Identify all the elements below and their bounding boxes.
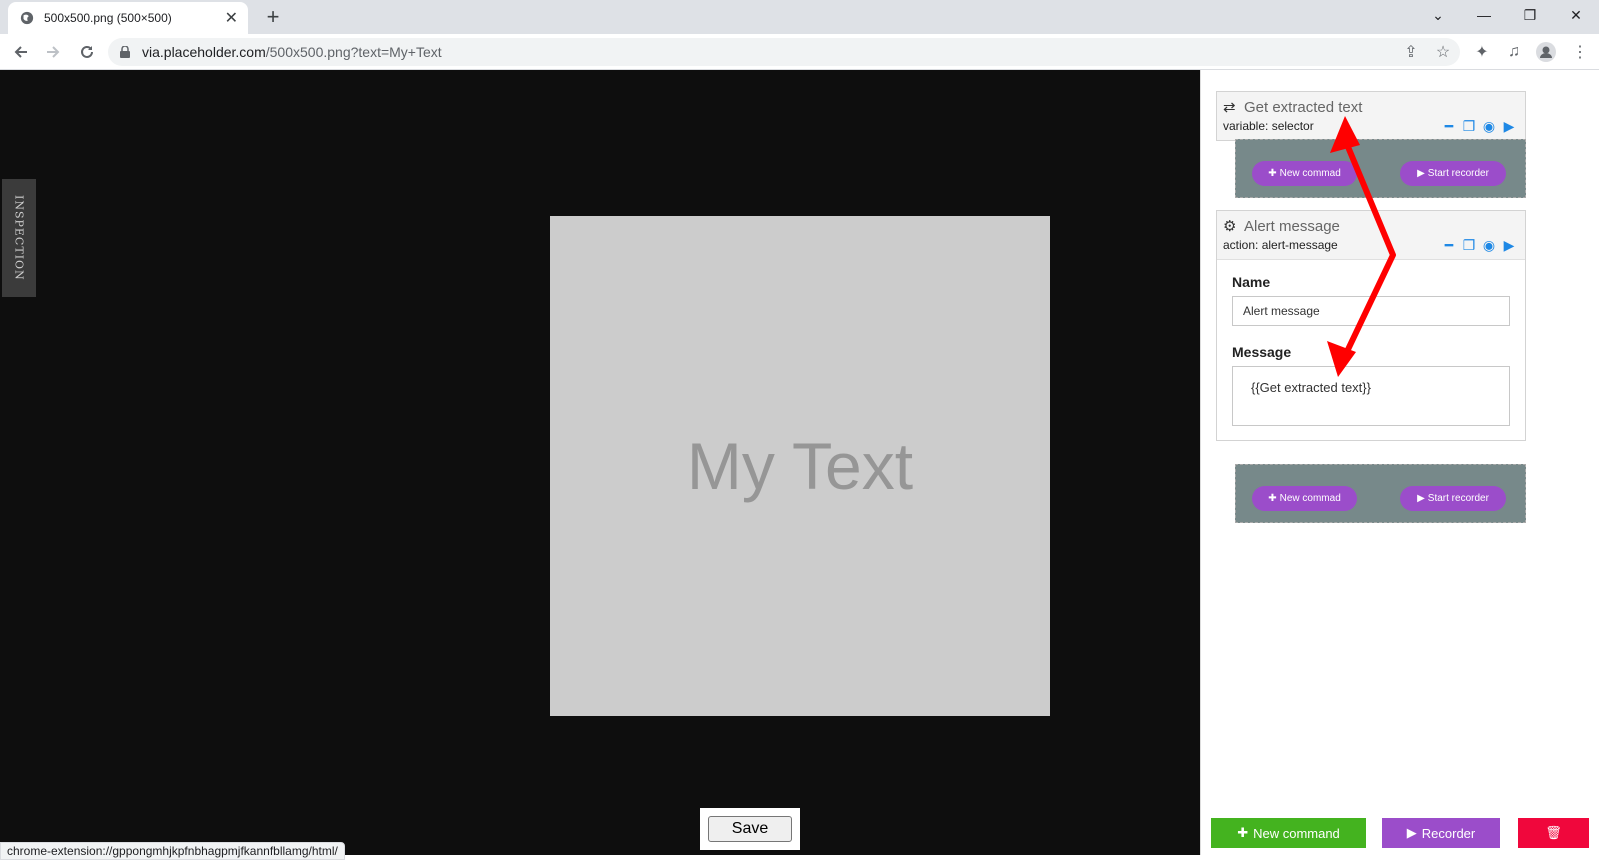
url-host: via.placeholder.com xyxy=(142,44,266,60)
image-text: My Text xyxy=(686,429,914,503)
page-viewport: INSPECTION My Text Save xyxy=(0,70,1200,855)
share-icon[interactable]: ⇪ xyxy=(1400,41,1422,63)
command-form: Name Alert message Message {{Get extract… xyxy=(1217,259,1525,440)
command-title: Alert message xyxy=(1244,217,1340,235)
extensions-icon[interactable]: ✦ xyxy=(1471,41,1493,63)
forward-arrow-icon xyxy=(47,46,60,58)
recorder-button-label: Recorder xyxy=(1421,825,1476,841)
new-tab-button[interactable]: + xyxy=(260,4,286,30)
plus-icon: ✚ xyxy=(1237,825,1249,840)
browser-toolbar: via.placeholder.com/500x500.png?text=My+… xyxy=(0,34,1599,70)
swap-arrows-icon: ⇄ xyxy=(1223,99,1236,116)
play-icon: ▶ xyxy=(1417,493,1425,504)
inspection-tab-label: INSPECTION xyxy=(12,195,26,281)
browser-tab[interactable]: 500x500.png (500×500) ✕ xyxy=(8,2,248,34)
forward-button[interactable] xyxy=(40,39,66,65)
start-recorder-pill-button[interactable]: ▶ Start recorder xyxy=(1400,161,1506,186)
command-header: ⇄ Get extracted text variable: selector … xyxy=(1217,92,1525,140)
close-tab-icon[interactable]: ✕ xyxy=(225,8,238,28)
plus-icon: ✚ xyxy=(1268,493,1277,504)
globe-icon xyxy=(20,11,34,25)
media-control-icon[interactable]: ♫ xyxy=(1503,41,1525,63)
reload-button[interactable] xyxy=(74,39,100,65)
url-path: /500x500.png?text=My+Text xyxy=(265,44,442,60)
minimize-button[interactable]: — xyxy=(1461,0,1507,30)
command-panel: ⇄ Get extracted text variable: selector … xyxy=(1200,70,1599,855)
tab-search-icon[interactable]: ⌄ xyxy=(1415,0,1461,30)
command-actions: ━ ❐ ◉ ▶ xyxy=(1441,237,1517,254)
command-title: Get extracted text xyxy=(1244,98,1363,116)
command-get-extracted-text[interactable]: ⇄ Get extracted text variable: selector … xyxy=(1216,91,1526,141)
browser-menu-icon[interactable]: ⋮ xyxy=(1569,41,1591,63)
browser-tab-strip: 500x500.png (500×500) ✕ + ⌄ — ❐ ✕ xyxy=(0,0,1599,34)
delete-button[interactable]: 🗑 xyxy=(1518,818,1589,848)
copy-icon[interactable]: ❐ xyxy=(1461,237,1477,254)
name-input[interactable]: Alert message xyxy=(1232,296,1510,326)
new-command-button-label: New command xyxy=(1253,825,1340,841)
tab-title: 500x500.png (500×500) xyxy=(44,11,172,25)
command-actions: ━ ❐ ◉ ▶ xyxy=(1441,118,1517,135)
placeholder-image: My Text xyxy=(550,216,1050,716)
command-alert-message[interactable]: ⚙ Alert message action: alert-message ━ … xyxy=(1216,210,1526,441)
back-button[interactable] xyxy=(8,39,34,65)
name-label: Name xyxy=(1232,274,1271,290)
profile-avatar-icon[interactable] xyxy=(1535,41,1557,63)
command-header: ⚙ Alert message action: alert-message ━ … xyxy=(1217,211,1525,259)
gear-icon: ⚙ xyxy=(1223,218,1237,235)
play-from-here-icon[interactable]: ▶ xyxy=(1501,118,1517,135)
start-recorder-pill-label: Start recorder xyxy=(1427,493,1489,504)
new-command-pill-label: New commad xyxy=(1279,493,1341,504)
trash-icon: 🗑 xyxy=(1545,825,1562,840)
start-recorder-pill-label: Start recorder xyxy=(1427,168,1489,179)
lock-icon xyxy=(120,46,130,58)
avatar xyxy=(1536,42,1556,62)
message-label: Message xyxy=(1232,344,1292,360)
save-bar: Save xyxy=(700,808,800,850)
play-from-here-icon[interactable]: ▶ xyxy=(1501,237,1517,254)
address-bar[interactable]: via.placeholder.com/500x500.png?text=My+… xyxy=(108,38,1460,66)
start-recorder-pill-button[interactable]: ▶ Start recorder xyxy=(1400,486,1506,511)
close-window-button[interactable]: ✕ xyxy=(1553,0,1599,30)
back-arrow-icon xyxy=(14,46,27,58)
new-command-pill-button[interactable]: ✚ New commad xyxy=(1252,486,1357,511)
collapse-icon[interactable]: ━ xyxy=(1441,237,1457,254)
command-dropzone: ✚ New commad ▶ Start recorder xyxy=(1235,464,1526,523)
play-icon: ▶ xyxy=(1417,168,1425,179)
status-url: chrome-extension://gppongmhjkpfnbhagpmjf… xyxy=(0,842,345,860)
save-button[interactable]: Save xyxy=(708,816,792,842)
recorder-button[interactable]: ▶ Recorder xyxy=(1382,818,1500,848)
bookmark-star-icon[interactable]: ☆ xyxy=(1432,41,1454,63)
copy-icon[interactable]: ❐ xyxy=(1461,118,1477,135)
collapse-icon[interactable]: ━ xyxy=(1441,118,1457,135)
new-command-pill-button[interactable]: ✚ New commad xyxy=(1252,161,1357,186)
restore-button[interactable]: ❐ xyxy=(1507,0,1553,30)
plus-icon: ✚ xyxy=(1268,168,1277,179)
inspection-tab[interactable]: INSPECTION xyxy=(2,179,36,297)
new-command-button[interactable]: ✚ New command xyxy=(1211,818,1366,848)
command-dropzone: ✚ New commad ▶ Start recorder xyxy=(1235,139,1526,198)
reload-icon xyxy=(81,45,93,58)
message-textarea[interactable]: {{Get extracted text}} xyxy=(1232,366,1510,426)
eye-icon[interactable]: ◉ xyxy=(1481,237,1497,254)
new-command-pill-label: New commad xyxy=(1279,168,1341,179)
eye-icon[interactable]: ◉ xyxy=(1481,118,1497,135)
play-icon: ▶ xyxy=(1406,825,1417,840)
